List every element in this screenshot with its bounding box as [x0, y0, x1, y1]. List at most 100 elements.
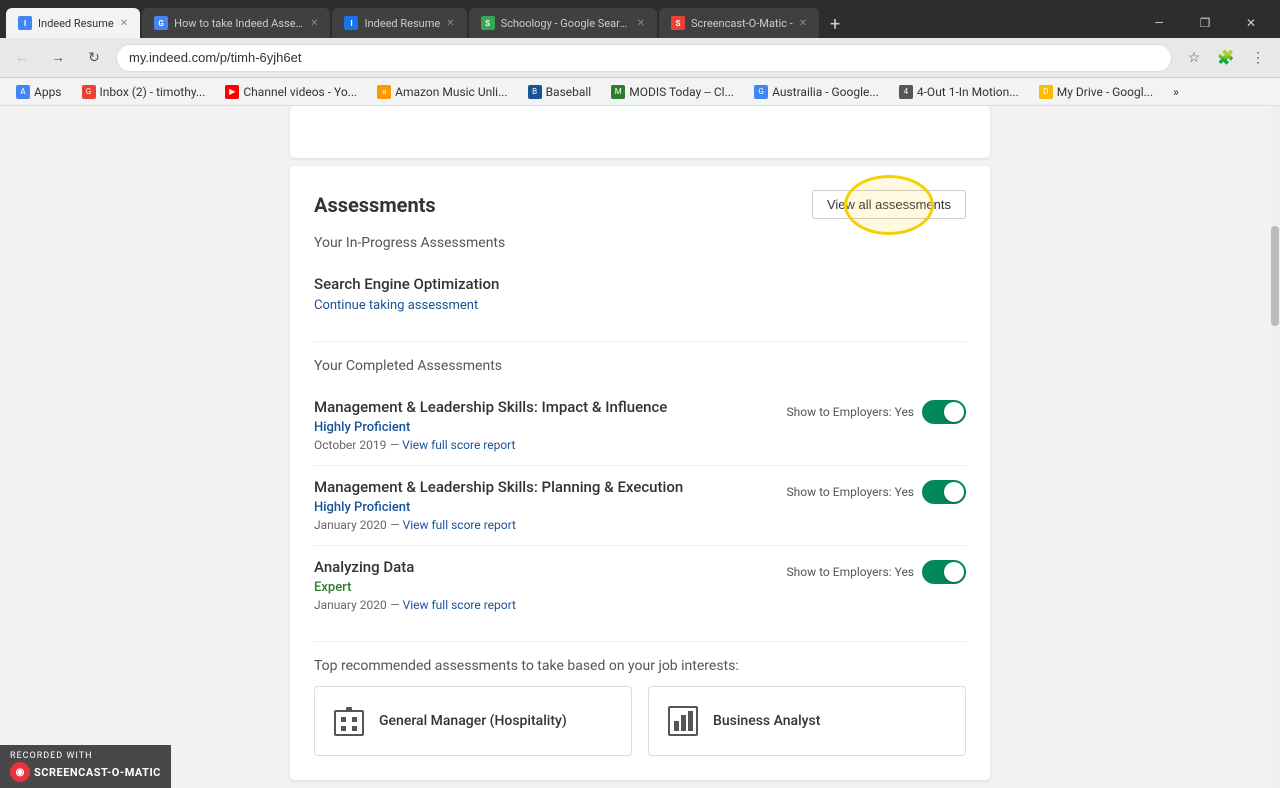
completed-left: Analyzing Data Expert January 2020 — Vie…: [314, 558, 787, 613]
tab-indeed-resume-1[interactable]: I Indeed Resume ✕: [6, 8, 140, 38]
show-employer-toggle[interactable]: [922, 480, 966, 504]
assessment-name: Management & Leadership Skills: Impact &…: [314, 398, 787, 416]
assessment-date: October 2019: [314, 438, 386, 452]
bookmark-inbox[interactable]: G Inbox (2) - timothy...: [74, 83, 214, 101]
recommended-card-label: Business Analyst: [713, 713, 820, 729]
toggle-knob: [944, 482, 964, 502]
chart-icon: [665, 703, 701, 739]
bookmark-label: MODIS Today -- Cl...: [629, 85, 734, 99]
watermark-line1: RECORDED WITH ◉ SCREENCAST-O-MATIC: [10, 751, 161, 782]
extensions-button[interactable]: 🧩: [1212, 44, 1240, 72]
new-tab-button[interactable]: +: [821, 10, 849, 38]
proficiency-label: Highly Proficient: [314, 500, 787, 515]
completed-row: Management & Leadership Skills: Impact &…: [314, 398, 966, 453]
completed-row: Analyzing Data Expert January 2020 — Vie…: [314, 558, 966, 613]
tab-favicon: S: [481, 16, 495, 30]
completed-left: Management & Leadership Skills: Impact &…: [314, 398, 787, 453]
bookmark-button[interactable]: ☆: [1180, 44, 1208, 72]
view-report-link[interactable]: View full score report: [402, 438, 515, 452]
menu-button[interactable]: ⋮: [1244, 44, 1272, 72]
screencast-name: SCREENCAST-O-MATIC: [34, 766, 161, 779]
screencast-logo-circle: ◉: [10, 762, 30, 782]
tab-title: Indeed Resume: [38, 17, 114, 30]
maximize-button[interactable]: ❐: [1182, 8, 1228, 38]
tab-favicon: I: [344, 16, 358, 30]
completed-left: Management & Leadership Skills: Planning…: [314, 478, 787, 533]
completed-item-2: Management & Leadership Skills: Planning…: [314, 466, 966, 546]
tab-how-to[interactable]: G How to take Indeed Assessme... ✕: [142, 8, 330, 38]
screencast-logo: ◉ SCREENCAST-O-MATIC: [10, 762, 161, 782]
tab-indeed-resume-2[interactable]: I Indeed Resume ✕: [332, 8, 466, 38]
tab-close-button[interactable]: ✕: [310, 18, 318, 29]
back-button[interactable]: ←: [8, 44, 36, 72]
gmail-icon: G: [82, 85, 96, 99]
bookmark-label: Apps: [34, 85, 62, 99]
assessment-name: Management & Leadership Skills: Planning…: [314, 478, 787, 496]
refresh-button[interactable]: ↻: [80, 44, 108, 72]
in-progress-item: Search Engine Optimization Continue taki…: [314, 263, 966, 325]
bookmark-amazon-music[interactable]: a Amazon Music Unli...: [369, 83, 515, 101]
recommended-grid: General Manager (Hospitality) B: [314, 686, 966, 756]
bookmark-4out[interactable]: 4 4-Out 1-In Motion...: [891, 83, 1027, 101]
forward-button[interactable]: →: [44, 44, 72, 72]
assessment-date: January 2020: [314, 518, 387, 532]
show-employer-toggle[interactable]: [922, 400, 966, 424]
recommended-card-hospitality[interactable]: General Manager (Hospitality): [314, 686, 632, 756]
completed-row: Management & Leadership Skills: Planning…: [314, 478, 966, 533]
tab-close-button[interactable]: ✕: [120, 18, 128, 29]
tab-close-button[interactable]: ✕: [799, 18, 807, 29]
completed-item-3: Analyzing Data Expert January 2020 — Vie…: [314, 546, 966, 625]
recommended-card-analyst[interactable]: Business Analyst: [648, 686, 966, 756]
completed-right: Show to Employers: Yes: [787, 400, 966, 424]
view-report-link[interactable]: View full score report: [403, 518, 516, 532]
tab-title: How to take Indeed Assessme...: [174, 17, 304, 30]
tab-favicon: I: [18, 16, 32, 30]
recommended-subsection: Top recommended assessments to take base…: [314, 658, 966, 756]
building-icon: [331, 703, 367, 739]
amazon-icon: a: [377, 85, 391, 99]
tab-favicon: S: [671, 16, 685, 30]
address-bar[interactable]: [116, 44, 1172, 72]
assessments-section: Assessments View all assessments Your In…: [290, 166, 990, 780]
bookmark-modis[interactable]: M MODIS Today -- Cl...: [603, 83, 742, 101]
4out-icon: 4: [899, 85, 913, 99]
bookmark-more[interactable]: »: [1165, 83, 1187, 101]
tab-title: Indeed Resume: [364, 17, 440, 30]
baseball-icon: B: [528, 85, 542, 99]
apps-icon: A: [16, 85, 30, 99]
scrollbar[interactable]: [1270, 106, 1280, 788]
proficiency-label: Highly Proficient: [314, 420, 787, 435]
tab-close-button[interactable]: ✕: [637, 18, 645, 29]
tab-screencast[interactable]: S Screencast-O-Matic - ✕: [659, 8, 819, 38]
bookmark-baseball[interactable]: B Baseball: [520, 83, 600, 101]
view-all-button[interactable]: View all assessments: [812, 190, 966, 219]
bookmark-australia[interactable]: G Austrailia - Google...: [746, 83, 887, 101]
bookmark-label: Channel videos - Yo...: [243, 85, 357, 99]
show-employer-toggle[interactable]: [922, 560, 966, 584]
page-content: Assessments View all assessments Your In…: [0, 106, 1280, 788]
continue-link[interactable]: Continue taking assessment: [314, 298, 478, 313]
bookmark-apps[interactable]: A Apps: [8, 83, 70, 101]
bookmark-label: Baseball: [546, 85, 592, 99]
tab-title: Schoology - Google Search: [501, 17, 631, 30]
bookmark-label: 4-Out 1-In Motion...: [917, 85, 1019, 99]
browser-window: I Indeed Resume ✕ G How to take Indeed A…: [0, 0, 1280, 788]
bookmark-label: Inbox (2) - timothy...: [100, 85, 206, 99]
section-header: Assessments View all assessments: [314, 190, 966, 219]
view-report-link[interactable]: View full score report: [403, 598, 516, 612]
view-all-button-wrapper: View all assessments: [812, 190, 966, 219]
proficiency-label: Expert: [314, 580, 787, 595]
date-separator: —: [390, 598, 402, 612]
assessments-title: Assessments: [314, 193, 436, 217]
tab-title: Screencast-O-Matic -: [691, 17, 793, 30]
minimize-button[interactable]: —: [1136, 8, 1182, 38]
tab-close-button[interactable]: ✕: [446, 18, 454, 29]
close-button[interactable]: ✕: [1228, 8, 1274, 38]
scrollbar-thumb[interactable]: [1271, 226, 1279, 326]
bookmark-youtube[interactable]: ▶ Channel videos - Yo...: [217, 83, 365, 101]
bookmark-label: My Drive - Googl...: [1057, 85, 1153, 99]
section-divider: [314, 341, 966, 342]
show-employer-text: Show to Employers: Yes: [787, 565, 914, 579]
tab-schoology[interactable]: S Schoology - Google Search ✕: [469, 8, 657, 38]
bookmark-drive[interactable]: D My Drive - Googl...: [1031, 83, 1161, 101]
